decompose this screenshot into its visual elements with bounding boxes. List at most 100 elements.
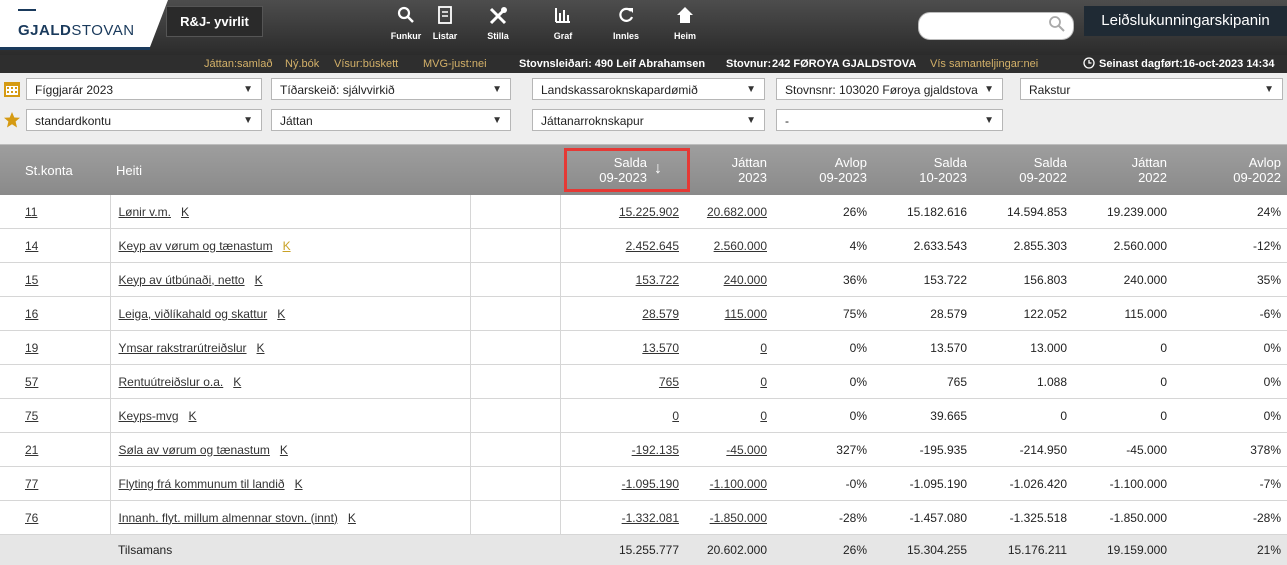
saldo-link[interactable]: 765 — [659, 375, 679, 389]
total-avlop-09-2022: 21% — [1173, 535, 1287, 565]
saldo-link[interactable]: 13.570 — [642, 341, 679, 355]
saldo-10-2023-cell: 39.665 — [873, 399, 973, 433]
account-name-link[interactable]: Søla av vørum og tænastum — [119, 443, 270, 457]
k-link[interactable]: K — [295, 477, 303, 491]
account-number-link[interactable]: 19 — [25, 341, 38, 355]
saldo-link[interactable]: -1.095.190 — [622, 477, 679, 491]
saldo-link[interactable]: 153.722 — [636, 273, 679, 287]
total-saldo-10-2023: 15.304.255 — [873, 535, 973, 565]
k-link[interactable]: K — [181, 205, 189, 219]
status-jattan[interactable]: Játtan:samlað — [204, 55, 272, 73]
account-name-link[interactable]: Keyp av útbúnaði, netto — [119, 273, 245, 287]
account-number-link[interactable]: 76 — [25, 511, 38, 525]
account-name-link[interactable]: Lønir v.m. — [119, 205, 171, 219]
jattan-link[interactable]: 2.560.000 — [714, 239, 767, 253]
account-name-link[interactable]: Keyps-mvg — [119, 409, 179, 423]
status-mvg[interactable]: MVG-just:nei — [423, 55, 487, 73]
avlop-09-2023-cell: -28% — [773, 501, 873, 535]
jattan-link[interactable]: -45.000 — [726, 443, 767, 457]
account-number-link[interactable]: 57 — [25, 375, 38, 389]
k-link[interactable]: K — [277, 307, 285, 321]
k-link[interactable]: K — [189, 409, 197, 423]
saldo-link[interactable]: -1.332.081 — [622, 511, 679, 525]
col-header-account[interactable]: St.konta — [0, 145, 110, 195]
account-name-link[interactable]: Ymsar rakstrarútreiðslur — [119, 341, 247, 355]
col-header-jattan-2022[interactable]: Játtan2022 — [1073, 145, 1173, 195]
col-header-name[interactable]: Heiti — [110, 145, 470, 195]
status-ny-bok[interactable]: Ný.bók — [285, 55, 319, 73]
domain-select[interactable]: Landskassaroknskapardømið▼ — [532, 78, 765, 100]
col-header-jattan-2023[interactable]: Játtan2023 — [685, 145, 773, 195]
nav-listar[interactable]: Listar — [415, 6, 475, 46]
account-name-link[interactable]: Leiga, viðlíkahald og skattur — [119, 307, 268, 321]
nav-stilla[interactable]: Stilla — [468, 6, 528, 46]
account-number-link[interactable]: 77 — [25, 477, 38, 491]
account-number-link[interactable]: 11 — [25, 205, 37, 219]
k-link[interactable]: K — [255, 273, 263, 287]
nav-heim[interactable]: Heim — [655, 6, 715, 46]
jattan-2022-cell: 240.000 — [1073, 263, 1173, 297]
saldo-09-2023-cell: 153.722 — [560, 263, 685, 297]
k-link[interactable]: K — [233, 375, 241, 389]
star-icon[interactable] — [3, 111, 21, 129]
account-number-link[interactable]: 15 — [25, 273, 38, 287]
appropriation-accounting-select[interactable]: Játtanarroknskapur▼ — [532, 109, 765, 131]
jattan-link[interactable]: 115.000 — [725, 307, 768, 321]
col-header-avlop-09-2023[interactable]: Avlop09-2023 — [773, 145, 873, 195]
col-header-avlop-09-2022[interactable]: Avlop09-2022 — [1173, 145, 1287, 195]
jattan-2022-cell: -1.100.000 — [1073, 467, 1173, 501]
rj-overview-button[interactable]: R&J- yvirlit — [166, 6, 263, 37]
sort-highlight — [564, 148, 690, 192]
saldo-link[interactable]: 0 — [672, 409, 679, 423]
calendar-icon[interactable] — [3, 80, 21, 98]
account-type-select[interactable]: standardkontu▼ — [26, 109, 262, 131]
guide-button[interactable]: Leiðslukunningarskipanin — [1084, 6, 1287, 36]
nav-graf[interactable]: Graf — [533, 6, 593, 46]
k-link[interactable]: K — [280, 443, 288, 457]
col-header-saldo-09-2022[interactable]: Salda09-2022 — [973, 145, 1073, 195]
status-visur[interactable]: Vísur:búskett — [334, 55, 398, 73]
account-number-link[interactable]: 75 — [25, 409, 38, 423]
k-link[interactable]: K — [348, 511, 356, 525]
status-samanteljingar[interactable]: Vís samanteljingar:nei — [930, 55, 1038, 73]
saldo-link[interactable]: 2.452.645 — [626, 239, 679, 253]
account-number-link[interactable]: 21 — [25, 443, 38, 457]
saldo-link[interactable]: 15.225.902 — [619, 205, 679, 219]
k-link[interactable]: K — [283, 239, 291, 253]
col-header-saldo-10-2023[interactable]: Salda10-2023 — [873, 145, 973, 195]
jattan-link[interactable]: 0 — [760, 341, 767, 355]
sort-down-arrow-icon[interactable]: ↓ — [654, 160, 662, 178]
fiscal-year-select[interactable]: Fíggjarár 2023▼ — [26, 78, 262, 100]
account-name-link[interactable]: Flyting frá kommunum til landið — [119, 477, 285, 491]
jattan-link[interactable]: 0 — [760, 375, 767, 389]
saldo-09-2022-cell: 0 — [973, 399, 1073, 433]
period-select[interactable]: Tíðarskeið: sjálvvirkið▼ — [271, 78, 511, 100]
jattan-link[interactable]: 240.000 — [724, 273, 767, 287]
jattan-link[interactable]: -1.100.000 — [710, 477, 767, 491]
account-number-link[interactable]: 14 — [25, 239, 38, 253]
saldo-link[interactable]: -192.135 — [632, 443, 679, 457]
extra-select[interactable]: -▼ — [776, 109, 1003, 131]
account-name-link[interactable]: Innanh. flyt. millum almennar stovn. (in… — [119, 511, 338, 525]
jattan-link[interactable]: 0 — [760, 409, 767, 423]
operation-select[interactable]: Rakstur▼ — [1020, 78, 1283, 100]
jattan-link[interactable]: -1.850.000 — [710, 511, 767, 525]
saldo-09-2023-cell: -1.332.081 — [560, 501, 685, 535]
jattan-2023-cell: 115.000 — [685, 297, 773, 331]
document-icon — [415, 6, 475, 28]
total-jattan-2022: 19.159.000 — [1073, 535, 1173, 565]
nav-innles[interactable]: Innles — [596, 6, 656, 46]
institution-select[interactable]: Stovnsnr: 103020 Føroya gjaldstova▼ — [776, 78, 1003, 100]
account-name-link[interactable]: Keyp av vørum og tænastum — [119, 239, 273, 253]
k-link[interactable]: K — [257, 341, 265, 355]
account-number-link[interactable]: 16 — [25, 307, 38, 321]
logo[interactable]: GJALDSTOVAN — [0, 0, 150, 47]
jattan-link[interactable]: 20.682.000 — [707, 205, 767, 219]
search-icon[interactable] — [1047, 14, 1069, 34]
tools-icon — [468, 6, 528, 28]
saldo-link[interactable]: 28.579 — [642, 307, 679, 321]
table-row: 77 Flyting frá kommunum til landið K -1.095… — [0, 467, 1287, 501]
appropriation-select[interactable]: Játtan▼ — [271, 109, 511, 131]
account-name-link[interactable]: Rentuútreiðslur o.a. — [119, 375, 224, 389]
clock-icon — [1083, 55, 1095, 73]
